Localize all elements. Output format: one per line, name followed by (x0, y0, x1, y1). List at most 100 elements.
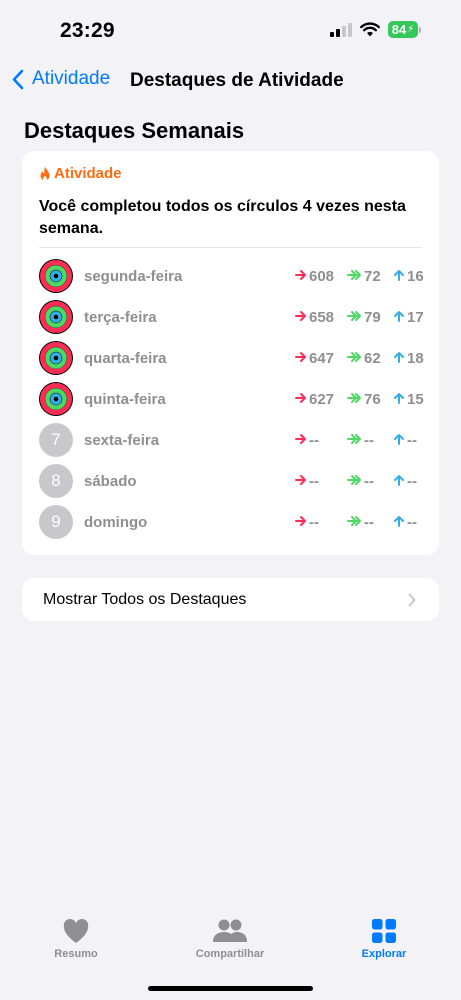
day-row: quarta-feira 647 62 18 (39, 341, 424, 375)
day-name: quinta-feira (84, 390, 166, 408)
chevron-left-icon (12, 69, 24, 89)
day-number-badge: 8 (39, 464, 73, 498)
move-stat: -- (295, 514, 319, 531)
move-arrow-icon (295, 309, 309, 326)
stand-stat: 17 (393, 309, 424, 326)
tab-resumo[interactable]: Resumo (21, 918, 131, 960)
move-arrow-icon (295, 514, 309, 531)
day-number-badge: 9 (39, 505, 73, 539)
weekly-highlights-card: Atividade Você completou todos os círcul… (22, 151, 439, 555)
tab-label: Compartilhar (195, 948, 265, 960)
exercise-value: 72 (364, 267, 381, 285)
exercise-value: -- (364, 513, 374, 531)
day-row: terça-feira 658 79 17 (39, 300, 424, 334)
exercise-value: -- (364, 431, 374, 449)
move-value: 627 (309, 390, 335, 408)
people-icon (213, 919, 247, 942)
move-arrow-icon (295, 473, 309, 490)
exercise-arrow-icon (347, 309, 364, 326)
move-value: 647 (309, 349, 335, 367)
stand-value: -- (407, 431, 417, 449)
stand-stat: -- (393, 514, 417, 531)
activity-rings-icon (39, 300, 73, 334)
navigation-bar: Atividade Destaques de Atividade (0, 62, 461, 102)
activity-rings-icon (39, 259, 73, 293)
divider (39, 247, 422, 248)
move-stat: -- (295, 473, 319, 490)
day-name: domingo (84, 513, 148, 531)
move-value: -- (309, 513, 319, 531)
day-row: 9 domingo -- -- -- (39, 505, 423, 539)
stand-stat: -- (393, 473, 417, 490)
day-row: quinta-feira 627 76 15 (39, 382, 424, 416)
move-value: -- (309, 472, 319, 490)
wifi-icon (360, 22, 380, 37)
day-row: segunda-feira 608 72 16 (39, 259, 424, 293)
move-arrow-icon (295, 350, 309, 367)
move-value: 608 (309, 267, 335, 285)
day-number-badge: 7 (39, 423, 73, 457)
exercise-arrow-icon (347, 268, 364, 285)
activity-rings-icon (39, 382, 73, 416)
exercise-value: -- (364, 472, 374, 490)
day-name: terça-feira (84, 308, 157, 326)
exercise-stat: -- (347, 432, 374, 449)
cellular-signal-icon (330, 22, 352, 37)
exercise-arrow-icon (347, 514, 364, 531)
battery-icon: 84 ⚡ (388, 21, 421, 38)
stand-stat: 15 (393, 391, 424, 408)
stand-arrow-icon (393, 268, 407, 285)
move-arrow-icon (295, 432, 309, 449)
exercise-stat: -- (347, 514, 374, 531)
heart-icon (63, 919, 89, 943)
flame-icon (40, 166, 50, 181)
stand-arrow-icon (393, 391, 407, 408)
grid-icon (372, 919, 396, 943)
activity-rings-icon (39, 341, 73, 375)
show-all-highlights-button[interactable]: Mostrar Todos os Destaques (22, 578, 439, 621)
exercise-arrow-icon (347, 391, 364, 408)
tab-compartilhar[interactable]: Compartilhar (175, 918, 285, 960)
stand-value: 17 (407, 308, 424, 326)
summary-text: Você completou todos os círculos 4 vezes… (39, 198, 406, 237)
move-stat: 608 (295, 268, 334, 285)
stand-value: -- (407, 472, 417, 490)
stand-arrow-icon (393, 309, 407, 326)
charging-icon: ⚡ (407, 24, 415, 35)
stand-arrow-icon (393, 473, 407, 490)
day-row: 7 sexta-feira -- -- -- (39, 423, 423, 457)
stand-stat: 16 (393, 268, 424, 285)
stand-arrow-icon (393, 350, 407, 367)
exercise-arrow-icon (347, 473, 364, 490)
exercise-stat: 62 (347, 350, 381, 367)
stand-value: -- (407, 513, 417, 531)
day-name: segunda-feira (84, 267, 183, 285)
exercise-arrow-icon (347, 432, 364, 449)
exercise-value: 62 (364, 349, 381, 367)
activity-tag: Atividade (39, 165, 122, 182)
section-title: Destaques Semanais (24, 118, 245, 143)
back-button[interactable]: Atividade (12, 68, 110, 90)
move-arrow-icon (295, 268, 309, 285)
chevron-right-icon (408, 593, 416, 607)
status-time: 23:29 (60, 19, 115, 42)
battery-level: 84 (391, 22, 407, 37)
move-stat: -- (295, 432, 319, 449)
exercise-value: 76 (364, 390, 381, 408)
tab-bar: Resumo Compartilhar Explorar (0, 900, 461, 1000)
activity-tag-label: Atividade (54, 165, 122, 182)
move-arrow-icon (295, 391, 309, 408)
status-icons: 84 ⚡ (330, 21, 421, 38)
day-name: sexta-feira (84, 431, 160, 449)
tab-explorar[interactable]: Explorar (329, 918, 439, 960)
move-stat: 658 (295, 309, 334, 326)
page-title: Destaques de Atividade (130, 70, 344, 91)
stand-value: 18 (407, 349, 424, 367)
home-indicator (148, 986, 313, 991)
exercise-stat: -- (347, 473, 374, 490)
tab-label: Explorar (361, 948, 407, 960)
stand-arrow-icon (393, 432, 407, 449)
stand-value: 16 (407, 267, 424, 285)
move-value: 658 (309, 308, 335, 326)
stand-arrow-icon (393, 514, 407, 531)
